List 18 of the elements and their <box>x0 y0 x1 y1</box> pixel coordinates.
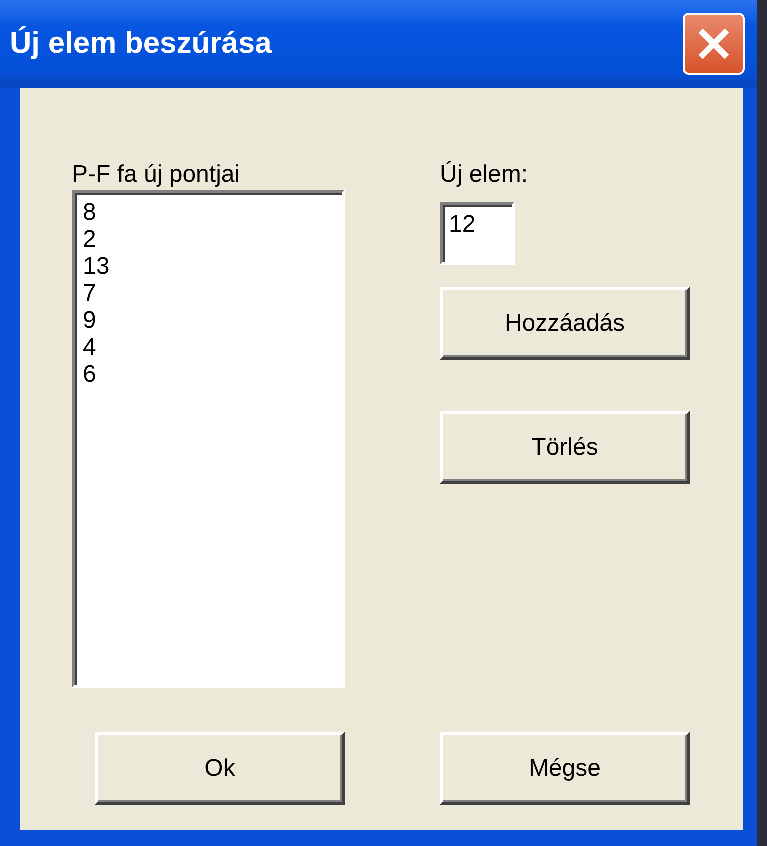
field-label: Új elem: <box>440 160 528 190</box>
list-item[interactable]: 6 <box>83 361 96 388</box>
window-title: Új elem beszúrása <box>10 27 272 61</box>
list-box[interactable]: 8 2 13 7 9 4 6 <box>72 190 345 688</box>
list-item[interactable]: 7 <box>83 280 96 307</box>
input-field[interactable]: 12 <box>440 202 515 265</box>
list-item[interactable]: 2 <box>83 226 96 253</box>
dialog-button[interactable]: Mégse <box>440 732 690 805</box>
dialog-button[interactable]: Ok <box>95 732 345 805</box>
list-item[interactable]: 8 <box>83 199 96 226</box>
list-item[interactable]: 4 <box>83 334 96 361</box>
list-item[interactable]: 9 <box>83 307 96 334</box>
action-button[interactable]: Hozzáadás <box>440 287 690 360</box>
close-icon <box>697 27 731 61</box>
list-item[interactable]: 13 <box>83 253 110 280</box>
list-label: P-F fa új pontjai <box>72 160 242 190</box>
action-button[interactable]: Törlés <box>440 411 690 484</box>
close-button[interactable] <box>683 13 745 75</box>
